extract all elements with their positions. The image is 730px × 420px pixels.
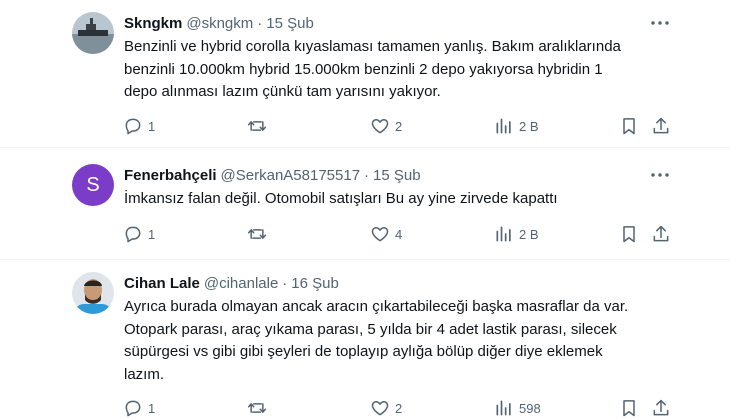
author-handle[interactable]: @skngkm [186, 15, 253, 32]
like-count: 2 [395, 400, 403, 416]
views-count: 2 B [519, 118, 539, 134]
tweet-actions: 1 4 2 B [0, 222, 730, 246]
retweet-icon [247, 403, 267, 413]
tweet-date[interactable]: 15 Şub [266, 15, 314, 32]
bookmark-icon [623, 226, 635, 243]
reply-button[interactable]: 1 [123, 222, 155, 246]
bookmark-icon [623, 400, 635, 417]
tweet-actions: 1 2 598 [0, 396, 730, 420]
retweet-button[interactable] [247, 222, 272, 246]
reply-count: 1 [148, 226, 156, 242]
author-name[interactable]: Fenerbahçeli [124, 167, 217, 184]
share-button[interactable] [651, 396, 671, 420]
more-icon[interactable] [648, 13, 672, 33]
reply-icon [125, 400, 141, 417]
avatar-letter: S [86, 173, 100, 196]
tweet-text: İmkansız falan değil. Otomobil satışları… [124, 190, 558, 207]
reply-count: 1 [148, 118, 156, 134]
tweet[interactable]: Skngkm @skngkm · 15 Şub Benzinli ve hybr… [0, 0, 730, 148]
views-button[interactable]: 2 B [494, 114, 539, 138]
like-button[interactable]: 4 [370, 222, 402, 246]
share-button[interactable] [651, 222, 671, 246]
views-button[interactable]: 598 [494, 396, 541, 420]
share-button[interactable] [651, 114, 671, 138]
author-handle[interactable]: @cihanlale [204, 275, 278, 292]
views-count: 598 [519, 400, 541, 416]
reply-icon [125, 118, 141, 135]
bookmark-button[interactable] [619, 222, 639, 246]
separator: · [257, 14, 263, 32]
views-icon [496, 400, 511, 416]
author-name[interactable]: Cihan Lale [124, 275, 200, 292]
author-name[interactable]: Skngkm [124, 15, 182, 32]
bookmark-button[interactable] [619, 114, 639, 138]
reply-button[interactable]: 1 [123, 114, 155, 138]
like-count: 4 [395, 226, 403, 242]
views-button[interactable]: 2 B [494, 222, 539, 246]
tweet[interactable]: S Fenerbahçeli @SerkanA58175517 · 15 Şub… [0, 148, 730, 260]
bookmark-icon [623, 118, 635, 135]
separator: · [364, 166, 370, 184]
retweet-button[interactable] [247, 396, 272, 420]
retweet-icon [247, 121, 267, 131]
tweet[interactable]: Cihan Lale @cihanlale · 16 Şub Ayrıca bu… [0, 260, 730, 420]
share-icon [653, 399, 669, 416]
tweet-date[interactable]: 15 Şub [373, 167, 421, 184]
tweet-text: Benzinli ve hybrid corolla kıyaslaması t… [124, 38, 621, 100]
views-count: 2 B [519, 226, 539, 242]
heart-icon [371, 401, 389, 416]
separator: · [282, 274, 288, 292]
tweet-text: Ayrıca burada olmayan ancak aracın çıkar… [124, 298, 629, 383]
share-icon [653, 225, 669, 242]
reply-count: 1 [148, 400, 156, 416]
tweet-actions: 1 2 2 B [0, 114, 730, 138]
reply-icon [125, 226, 141, 243]
like-button[interactable]: 2 [370, 114, 402, 138]
avatar[interactable] [72, 272, 114, 314]
reply-button[interactable]: 1 [123, 396, 155, 420]
like-button[interactable]: 2 [370, 396, 402, 420]
heart-icon [371, 227, 389, 242]
retweet-icon [247, 229, 267, 239]
retweet-button[interactable] [247, 114, 272, 138]
avatar[interactable] [72, 12, 114, 54]
tweet-date[interactable]: 16 Şub [291, 275, 339, 292]
share-icon [653, 117, 669, 134]
heart-icon [371, 119, 389, 134]
author-handle[interactable]: @SerkanA58175517 [221, 167, 361, 184]
views-icon [496, 226, 511, 242]
like-count: 2 [395, 118, 403, 134]
avatar[interactable]: S [72, 164, 114, 206]
views-icon [496, 118, 511, 134]
more-icon[interactable] [648, 165, 672, 185]
bookmark-button[interactable] [619, 396, 639, 420]
